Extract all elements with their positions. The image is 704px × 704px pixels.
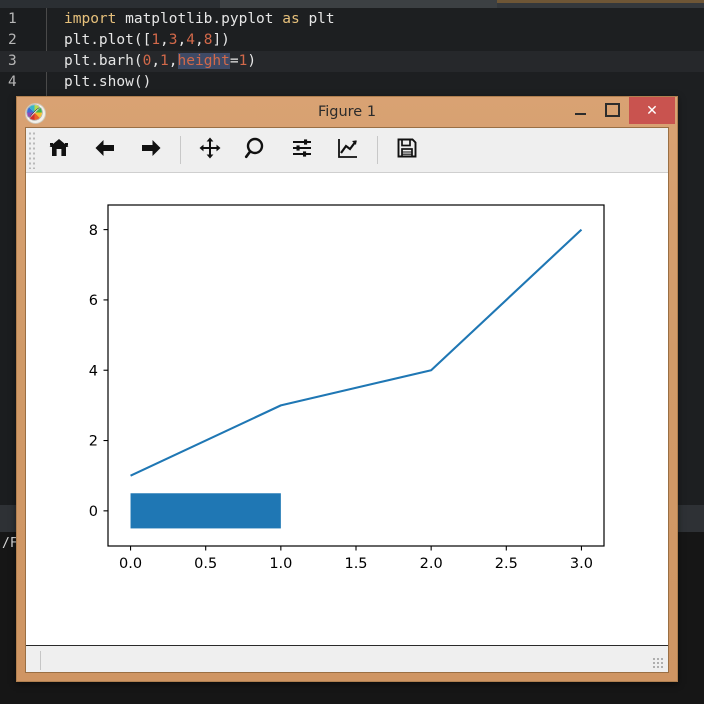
pan-move-icon (198, 136, 222, 164)
x-tick-label: 1.5 (344, 556, 367, 572)
line-series-plot[interactable] (130, 228, 583, 477)
code-token: 0 (142, 53, 152, 69)
code-text[interactable]: plt.plot([1,3,4,8]) (64, 30, 230, 51)
figure-status-bar (26, 645, 668, 672)
editor-tab-accent (497, 0, 704, 3)
figure-window[interactable]: Figure 1 ✕ 0.0 0.5 1.0 1.5 2.0 2.5 3.0 0… (16, 96, 678, 682)
forward-button[interactable] (128, 128, 174, 172)
close-button[interactable]: ✕ (629, 97, 675, 124)
resize-grip[interactable] (652, 657, 663, 668)
code-line[interactable]: 3 plt.barh(0,1,height=1) (0, 51, 704, 72)
bar-series-barh[interactable] (130, 493, 281, 529)
window-client-area: 0.0 0.5 1.0 1.5 2.0 2.5 3.0 0 2 4 6 8 (25, 127, 669, 673)
configure-subplots-icon (290, 136, 314, 164)
code-token: , (168, 53, 178, 69)
code-token: ]) (212, 32, 230, 48)
code-token: , (160, 32, 169, 48)
line-number: 3 (8, 53, 17, 69)
edit-axis-curve-icon (336, 136, 360, 164)
pan-button[interactable] (187, 128, 233, 172)
toolbar-drag-handle[interactable] (28, 131, 36, 169)
y-tick-label: 8 (89, 223, 98, 239)
minimize-button[interactable] (565, 97, 595, 123)
maximize-icon (604, 103, 620, 117)
code-line[interactable]: 1 import matplotlib.pyplot as plt (0, 9, 704, 30)
save-button[interactable] (384, 128, 430, 172)
line-number: 4 (8, 74, 17, 90)
code-token: as (282, 11, 309, 27)
code-text[interactable]: import matplotlib.pyplot as plt (64, 9, 335, 30)
window-title-bar[interactable]: Figure 1 ✕ (17, 97, 677, 127)
line-number: 2 (8, 32, 17, 48)
x-tick-label: 2.0 (420, 556, 443, 572)
maximize-button[interactable] (597, 97, 627, 123)
code-token: 1 (160, 53, 169, 69)
selected-token: height (177, 53, 230, 69)
minimize-icon (574, 113, 586, 115)
code-token: plt.barh( (64, 53, 143, 69)
matplotlib-axes[interactable]: 0.0 0.5 1.0 1.5 2.0 2.5 3.0 0 2 4 6 8 (26, 173, 668, 641)
code-token: , (151, 53, 161, 69)
x-tick-label: 2.5 (495, 556, 518, 572)
zoom-button[interactable] (233, 128, 279, 172)
figure-canvas[interactable]: 0.0 0.5 1.0 1.5 2.0 2.5 3.0 0 2 4 6 8 (26, 173, 668, 645)
forward-arrow-icon (139, 136, 163, 164)
code-token: plt (308, 11, 335, 27)
home-button[interactable] (36, 128, 82, 172)
status-divider (40, 651, 41, 670)
editor-tab-bar[interactable] (0, 0, 704, 10)
code-text[interactable]: plt.show() (64, 72, 151, 93)
code-token: matplotlib.pyplot (125, 11, 283, 27)
edit-axis-button[interactable] (325, 128, 371, 172)
zoom-magnifier-icon (244, 136, 268, 164)
home-icon (47, 136, 71, 164)
y-tick-label: 0 (89, 504, 98, 520)
x-tick-label: 3.0 (570, 556, 593, 572)
code-token: , (177, 32, 187, 48)
x-tick-label: 0.5 (194, 556, 217, 572)
x-tick-label: 1.0 (269, 556, 292, 572)
save-floppy-icon (395, 136, 419, 164)
line-number: 1 (8, 11, 17, 27)
code-token: plt.plot([ (64, 32, 152, 48)
y-tick-label: 4 (89, 363, 98, 379)
close-icon: ✕ (646, 102, 658, 119)
back-arrow-icon (93, 136, 117, 164)
toolbar-separator (180, 136, 181, 164)
code-token: , (194, 32, 204, 48)
code-token: plt.show() (64, 74, 152, 90)
navigation-toolbar[interactable] (26, 128, 668, 173)
y-tick-label: 6 (89, 293, 98, 309)
code-line[interactable]: 2 plt.plot([1,3,4,8]) (0, 30, 704, 51)
x-tick-label: 0.0 (119, 556, 142, 572)
code-token: 4 (186, 32, 195, 48)
y-tick-label: 2 (89, 434, 98, 450)
code-text[interactable]: plt.barh(0,1,height=1) (64, 51, 256, 72)
code-token: = (229, 53, 239, 69)
code-token: ) (247, 53, 257, 69)
screen: 1 import matplotlib.pyplot as plt 2 plt.plo… (0, 0, 704, 704)
code-token: 1 (151, 32, 161, 48)
toolbar-separator (377, 136, 378, 164)
code-line[interactable]: 4 plt.show() (0, 72, 704, 93)
code-token: import (64, 11, 126, 27)
back-button[interactable] (82, 128, 128, 172)
code-token: 3 (168, 32, 178, 48)
configure-subplots-button[interactable] (279, 128, 325, 172)
